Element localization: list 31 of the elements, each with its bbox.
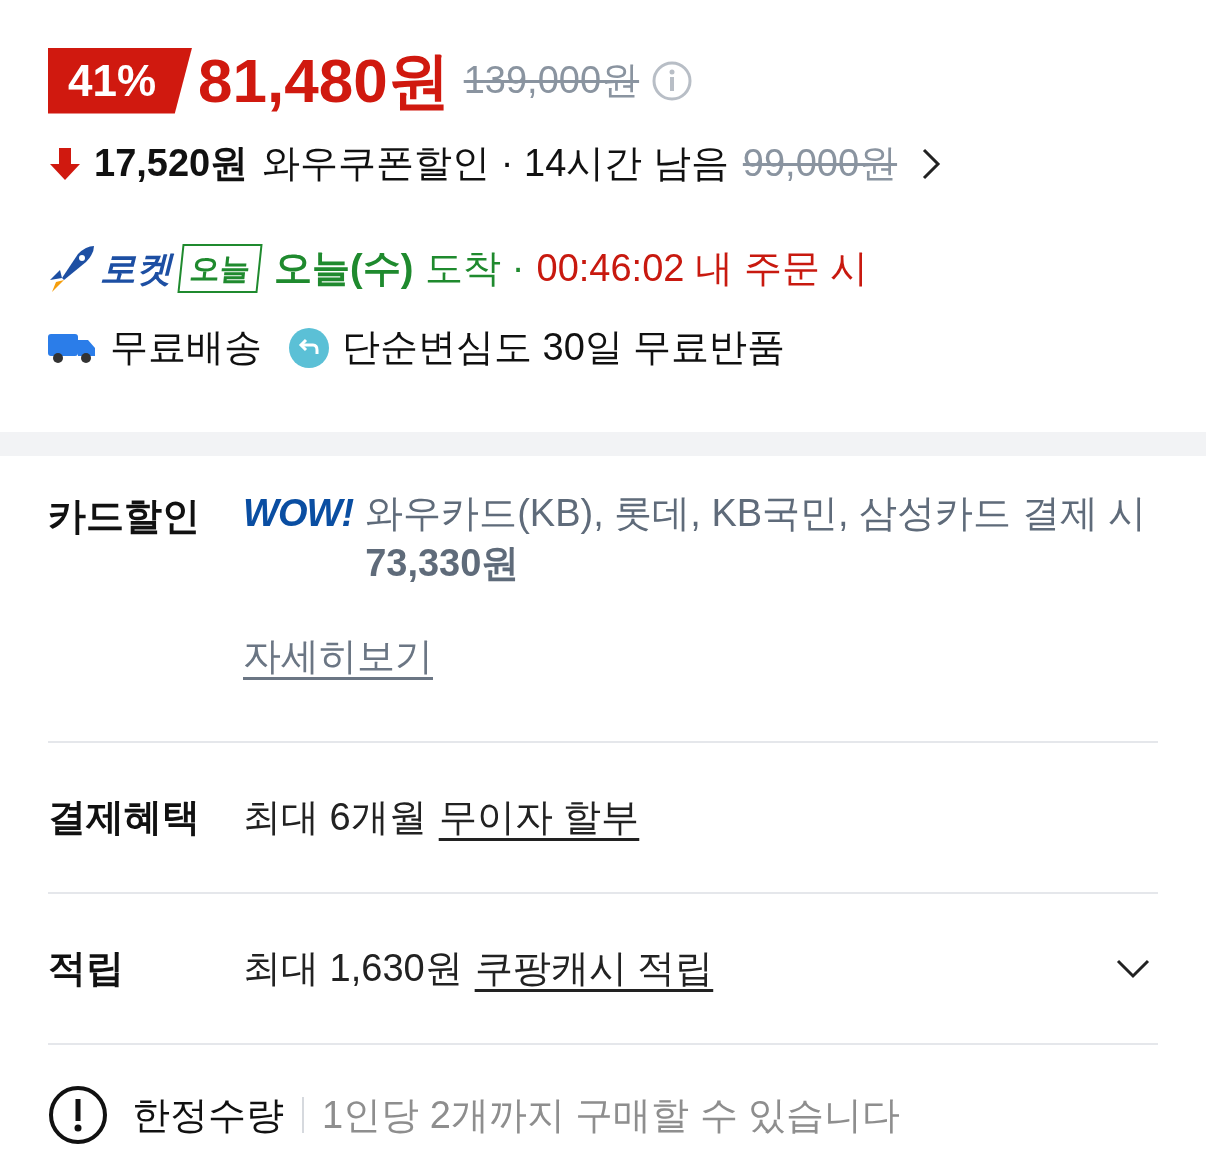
notice-text: 1인당 2개까지 구매할 수 있습니다 — [322, 1092, 901, 1138]
details-link[interactable]: 자세히보기 — [243, 635, 433, 677]
sale-price: 81,480원 — [198, 45, 450, 117]
benefit-label: 카드할인 — [48, 494, 201, 539]
wow-logo: WOW! — [243, 491, 354, 536]
today-badge: 오늘 — [177, 244, 263, 293]
coupon-original-price: 99,000원 — [742, 141, 898, 186]
coupon-label: 와우쿠폰할인 · 14시간 남음 — [262, 141, 729, 186]
original-price: 139,000원 — [463, 58, 640, 103]
benefit-text: 최대 1,630원 — [243, 946, 463, 991]
discount-badge: 41% — [48, 47, 193, 114]
return-icon — [288, 326, 330, 369]
down-arrow-icon — [48, 145, 82, 182]
rocket-icon — [48, 243, 96, 294]
coupon-amount: 17,520원 — [94, 141, 249, 186]
benefit-link[interactable]: 쿠팡캐시 적립 — [474, 940, 714, 997]
benefit-label: 결제혜택 — [48, 795, 201, 840]
card-discount-text: 와우카드(KB), 롯데, KB국민, 삼성카드 결제 시 73,330원 — [365, 491, 1148, 586]
warning-icon — [48, 1085, 108, 1145]
arrival-text: 도착 · — [425, 246, 525, 291]
order-deadline: 00:46:02 내 주문 시 — [536, 246, 869, 291]
free-return: 단순변심도 30일 무료반품 — [342, 325, 786, 370]
rocket-label: 로켓 — [100, 246, 172, 291]
benefit-text: 최대 6개월 — [243, 795, 427, 840]
notice-title: 한정수량 — [132, 1092, 284, 1138]
chevron-right-icon[interactable] — [921, 146, 942, 181]
free-shipping: 무료배송 — [110, 325, 262, 370]
arrival-day: 오늘(수) — [274, 240, 414, 297]
benefit-label: 적립 — [48, 946, 125, 991]
chevron-icon[interactable] — [1116, 958, 1150, 979]
benefit-link[interactable]: 무이자 할부 — [438, 789, 640, 846]
